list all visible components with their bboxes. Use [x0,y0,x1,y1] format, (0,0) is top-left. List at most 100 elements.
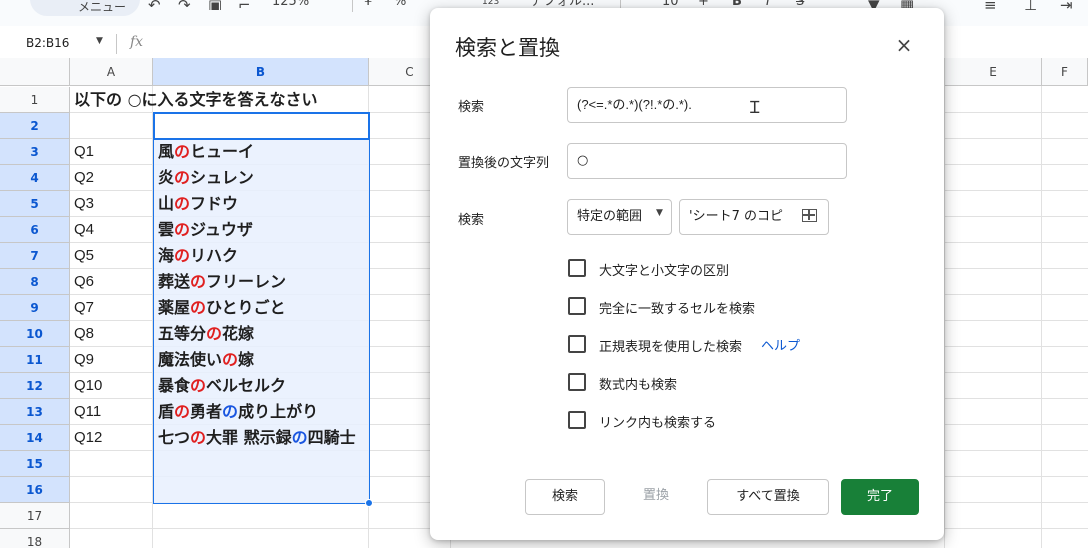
row-header-13[interactable]: 13 [0,399,70,425]
print-icon[interactable]: ▣ [208,0,222,10]
redo-icon[interactable]: ↷ [178,0,191,10]
replace-button[interactable]: 置換 [616,479,696,515]
column-header-a[interactable]: A [70,58,153,86]
cell-text-segment: 五等分 [158,324,207,343]
active-cell[interactable] [153,112,370,140]
a1-text-suffix: に入る文字を答えなさい [141,90,318,109]
cell-a14[interactable]: Q12 [74,425,102,451]
cell-text-segment: フリーレン [206,272,287,291]
cell-b13[interactable]: 盾の勇者の成り上がり [158,399,318,425]
row-header-18[interactable]: 18 [0,529,70,548]
cell-a3[interactable]: Q1 [74,139,94,165]
column-gridline [944,58,945,548]
column-header-e[interactable]: E [945,58,1042,86]
cell-b5[interactable]: 山のフドウ [158,191,238,217]
row-header-3[interactable]: 3 [0,139,70,165]
checkbox[interactable] [568,297,586,315]
highlighted-no: の [222,350,239,369]
highlighted-no: の [222,402,239,421]
fill-handle[interactable] [365,499,373,507]
cell-a6[interactable]: Q4 [74,217,94,243]
grid-range-icon[interactable] [802,209,817,222]
highlighted-no: の [174,194,191,213]
regex-help-link[interactable]: ヘルプ [761,335,800,354]
cell-b6[interactable]: 雲のジュウザ [158,217,253,243]
text-wrap-icon[interactable]: ⇥ [1060,0,1073,10]
highlighted-no: の [291,428,308,447]
cell-a13[interactable]: Q11 [74,399,101,425]
paint-format-icon[interactable]: ⌐ [238,0,251,10]
percent-format-button[interactable]: % [394,0,406,9]
column-header-f[interactable]: F [1042,58,1088,86]
chevron-down-icon[interactable]: ▼ [96,36,103,46]
select-all-corner[interactable] [0,58,70,86]
row-header-12[interactable]: 12 [0,373,70,399]
column-header-b[interactable]: B [153,58,369,86]
row-header-9[interactable]: 9 [0,295,70,321]
cell-b4[interactable]: 炎のシュレン [158,165,254,191]
cell-a12[interactable]: Q10 [74,373,102,399]
replace-all-button[interactable]: すべて置換 [707,479,829,515]
align-icon[interactable]: ≡ [984,0,997,10]
text-cursor-icon: Ɪ [750,98,760,118]
cell-text-segment: 葬送 [158,272,191,291]
cell-a8[interactable]: Q6 [74,269,94,295]
row-header-15[interactable]: 15 [0,451,70,477]
row-header-1[interactable]: 1 [0,87,70,113]
row-header-17[interactable]: 17 [0,503,70,529]
cell-text-segment: 雲 [158,220,175,239]
undo-icon[interactable]: ↶ [148,0,161,10]
row-header-14[interactable]: 14 [0,425,70,451]
row-header-5[interactable]: 5 [0,191,70,217]
row-header-4[interactable]: 4 [0,165,70,191]
cell-text-segment: 炎 [158,168,175,187]
scope-select-value: 特定の範囲 [577,209,643,224]
row-header-11[interactable]: 11 [0,347,70,373]
row-header-2[interactable]: 2 [0,113,70,139]
row-header-7[interactable]: 7 [0,243,70,269]
cell-a5[interactable]: Q3 [74,191,94,217]
cell-text-segment: ジュウザ [190,220,253,239]
replace-input[interactable]: ○ [567,143,847,179]
cell-text-segment: フドウ [190,194,239,213]
cell-b11[interactable]: 魔法使いの嫁 [158,347,254,373]
find-button[interactable]: 検索 [525,479,605,515]
cell-a10[interactable]: Q8 [74,321,94,347]
name-box[interactable]: B2:B16 [26,36,69,50]
cell-b9[interactable]: 薬屋のひとりごと [158,295,286,321]
vertical-align-icon[interactable]: ⊥ [1024,0,1037,10]
cell-b10[interactable]: 五等分の花嫁 [158,321,254,347]
highlighted-no: の [190,428,207,447]
row-header-8[interactable]: 8 [0,269,70,295]
cell-a7[interactable]: Q5 [74,243,94,269]
checkbox[interactable] [568,335,586,353]
checkbox[interactable] [568,411,586,429]
row-header-10[interactable]: 10 [0,321,70,347]
cell-b14[interactable]: 七つの大罪 黙示録の四騎士 [158,425,356,451]
cell-text-segment: 勇者 [190,402,223,421]
cell-a1[interactable]: 以下の ○に入る文字を答えなさい [74,87,318,113]
currency-format-button[interactable]: ¥ [364,0,372,9]
checkbox[interactable] [568,373,586,391]
cell-a11[interactable]: Q9 [74,347,94,373]
row-header-6[interactable]: 6 [0,217,70,243]
done-button[interactable]: 完了 [841,479,919,515]
cell-text-segment: 薬屋 [158,298,191,317]
highlighted-no: の [206,324,223,343]
checkbox[interactable] [568,259,586,277]
cell-b3[interactable]: 風のヒューイ [158,139,254,165]
row-header-16[interactable]: 16 [0,477,70,503]
cell-b12[interactable]: 暴食のベルセルク [158,373,286,399]
cell-b8[interactable]: 葬送のフリーレン [158,269,286,295]
cell-text-segment: リハク [190,246,239,265]
cell-text-segment: 山 [158,194,175,213]
a1-circle-glyph: ○ [127,90,142,109]
cell-a9[interactable]: Q7 [74,295,94,321]
highlighted-no: の [190,298,207,317]
menu-search-box[interactable]: メニュー [30,0,140,16]
cell-a4[interactable]: Q2 [74,165,94,191]
close-icon[interactable]: × [892,34,916,58]
find-input[interactable]: (?<=.*の.*)(?!.*の.*). [567,87,847,123]
cell-b7[interactable]: 海のリハク [158,243,238,269]
zoom-select[interactable]: 125% [272,0,309,9]
